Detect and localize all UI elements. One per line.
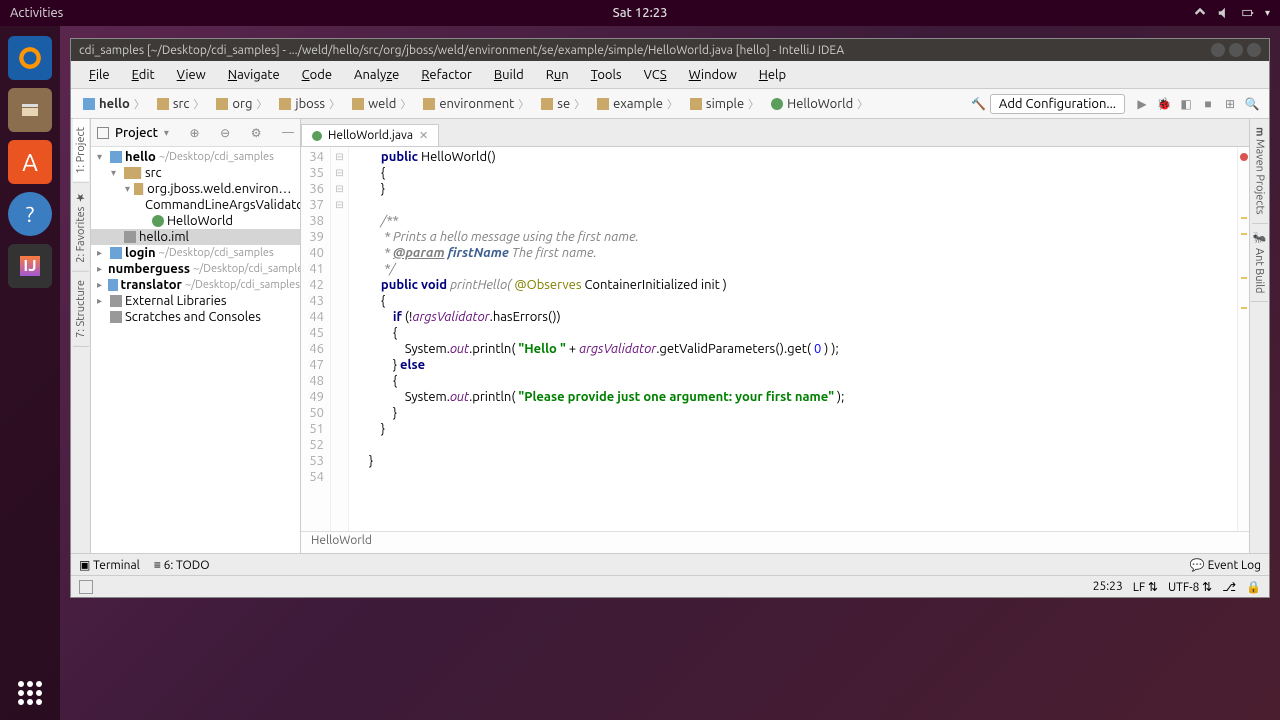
menu-vcs[interactable]: VCS — [634, 65, 677, 85]
line-separator[interactable]: LF ⇅ — [1133, 580, 1158, 594]
dock-apps-button[interactable] — [18, 681, 42, 705]
tab-maven[interactable]: m Maven Projects — [1252, 119, 1268, 224]
file-encoding[interactable]: UTF-8 ⇅ — [1168, 580, 1212, 594]
menu-edit[interactable]: Edit — [122, 65, 165, 85]
tab-todo[interactable]: ≡ 6: TODO — [154, 558, 210, 572]
crumb-org[interactable]: org — [210, 96, 273, 112]
volume-icon — [1217, 6, 1231, 20]
menu-build[interactable]: Build — [484, 65, 534, 85]
run-config-dropdown[interactable]: Add Configuration... — [990, 94, 1125, 114]
tab-terminal[interactable]: ▣ Terminal — [79, 558, 140, 572]
menu-tools[interactable]: Tools — [581, 65, 632, 85]
scroll-to-icon[interactable]: ⊕ — [189, 126, 199, 140]
intellij-window: cdi_samples [~/Desktop/cdi_samples] - ..… — [70, 38, 1270, 598]
dock-files[interactable] — [8, 88, 52, 132]
project-structure-icon[interactable]: ⊞ — [1222, 96, 1238, 112]
window-titlebar[interactable]: cdi_samples [~/Desktop/cdi_samples] - ..… — [71, 39, 1269, 61]
editor-area: HelloWorld.java ✕ 34 35 36 37 38 39 40 4… — [301, 119, 1249, 553]
crumb-se[interactable]: se — [535, 96, 591, 112]
project-tool-window: Project ▾ ⊕ ⊖ ⚙ — ▾hello ~/Desktop/cdi_s… — [91, 119, 301, 553]
dock-software[interactable]: A — [8, 140, 52, 184]
warn-marker[interactable] — [1241, 233, 1247, 235]
coverage-icon[interactable]: ◧ — [1178, 96, 1194, 112]
code-editor[interactable]: 34 35 36 37 38 39 40 41 42 43 44 45 46 4… — [301, 147, 1249, 531]
dock-firefox[interactable] — [8, 36, 52, 80]
tab-structure[interactable]: 7: Structure — [73, 272, 89, 347]
caret-down-icon: ▾ — [1265, 7, 1270, 19]
menu-help[interactable]: Help — [749, 65, 796, 85]
tab-label: HelloWorld.java — [328, 129, 413, 142]
dropdown-icon[interactable]: ▾ — [164, 127, 169, 139]
lock-icon[interactable]: 🔒 — [1246, 580, 1261, 594]
hide-icon[interactable]: — — [282, 126, 294, 139]
menu-window[interactable]: Window — [679, 65, 747, 85]
toggle-tool-windows-icon[interactable] — [79, 580, 93, 594]
close-tab-icon[interactable]: ✕ — [419, 129, 428, 142]
error-marker-icon[interactable] — [1240, 153, 1248, 161]
scroll-from-icon[interactable]: ⊖ — [220, 126, 230, 140]
git-icon[interactable]: ⎇ — [1222, 580, 1236, 594]
minimize-button[interactable] — [1211, 43, 1225, 57]
crumb-module[interactable]: hello — [77, 96, 151, 112]
window-title: cdi_samples [~/Desktop/cdi_samples] - ..… — [79, 44, 844, 57]
menu-bar: File Edit View Navigate Code Analyze Ref… — [71, 61, 1269, 89]
debug-icon[interactable]: 🐞 — [1156, 96, 1172, 112]
tab-project[interactable]: 1: Project — [73, 119, 89, 183]
maximize-button[interactable] — [1229, 43, 1243, 57]
editor-breadcrumb[interactable]: HelloWorld — [301, 531, 1249, 553]
warn-marker[interactable] — [1241, 217, 1247, 219]
menu-view[interactable]: View — [167, 65, 216, 85]
search-everywhere-icon[interactable]: 🔍 — [1244, 96, 1260, 112]
line-gutter: 34 35 36 37 38 39 40 41 42 43 44 45 46 4… — [301, 147, 331, 531]
menu-code[interactable]: Code — [292, 65, 342, 85]
crumb-jboss[interactable]: jboss — [273, 96, 346, 112]
menu-analyze[interactable]: Analyze — [344, 65, 409, 85]
crumb-example[interactable]: example — [591, 96, 684, 112]
left-tool-strip: 1: Project 2: Favorites ★ 7: Structure — [71, 119, 91, 553]
tab-ant[interactable]: 🐜 Ant Build — [1251, 224, 1268, 302]
dock-intellij[interactable]: IJ — [8, 244, 52, 288]
activities-button[interactable]: Activities — [10, 6, 63, 20]
code-content[interactable]: public HelloWorld() { } /** * Prints a h… — [349, 147, 1237, 531]
project-view-icon — [97, 127, 109, 139]
stop-icon[interactable]: ■ — [1200, 96, 1216, 112]
crumb-src[interactable]: src — [151, 96, 211, 112]
system-tray[interactable]: ▾ — [1193, 6, 1270, 20]
error-stripe[interactable] — [1237, 147, 1249, 531]
crumb-class[interactable]: HelloWorld — [765, 96, 874, 112]
navigation-bar: hello src org jboss weld environment se … — [71, 89, 1269, 119]
warn-marker[interactable] — [1241, 277, 1247, 279]
run-icon[interactable]: ▶ — [1134, 96, 1150, 112]
fold-gutter[interactable]: ⊟ ⊟ ⊟ ⊟ — [331, 147, 349, 531]
battery-icon — [1241, 6, 1255, 20]
tab-favorites[interactable]: 2: Favorites ★ — [72, 183, 89, 272]
project-pane-title[interactable]: Project — [115, 126, 158, 140]
settings-icon[interactable]: ⚙ — [251, 126, 262, 140]
ubuntu-dock: A ? IJ — [0, 26, 60, 720]
network-icon — [1193, 6, 1207, 20]
right-tool-strip: m Maven Projects 🐜 Ant Build — [1249, 119, 1269, 553]
crumb-simple[interactable]: simple — [684, 96, 765, 112]
crumb-weld[interactable]: weld — [346, 96, 417, 112]
cursor-position[interactable]: 25:23 — [1093, 580, 1123, 593]
clock[interactable]: Sat 12:23 — [613, 6, 668, 20]
status-bar: 25:23 LF ⇅ UTF-8 ⇅ ⎇ 🔒 — [71, 575, 1269, 597]
tab-eventlog[interactable]: 💬 Event Log — [1190, 558, 1261, 572]
tab-helloworld[interactable]: HelloWorld.java ✕ — [301, 124, 439, 146]
crumb-environment[interactable]: environment — [417, 96, 535, 112]
editor-tabs: HelloWorld.java ✕ — [301, 119, 1249, 147]
menu-run[interactable]: Run — [536, 65, 579, 85]
menu-navigate[interactable]: Navigate — [218, 65, 290, 85]
build-icon[interactable]: 🔨 — [971, 96, 987, 112]
bottom-tool-strip: ▣ Terminal ≡ 6: TODO 💬 Event Log — [71, 553, 1269, 575]
warn-marker[interactable] — [1241, 307, 1247, 309]
java-class-icon — [312, 131, 322, 141]
project-tree[interactable]: ▾hello ~/Desktop/cdi_samples ▾src ▾org.j… — [91, 147, 300, 553]
close-button[interactable] — [1247, 43, 1261, 57]
menu-file[interactable]: File — [79, 65, 120, 85]
menu-refactor[interactable]: Refactor — [411, 65, 482, 85]
dock-help[interactable]: ? — [8, 192, 52, 236]
ubuntu-top-bar: Activities Sat 12:23 ▾ — [0, 0, 1280, 26]
